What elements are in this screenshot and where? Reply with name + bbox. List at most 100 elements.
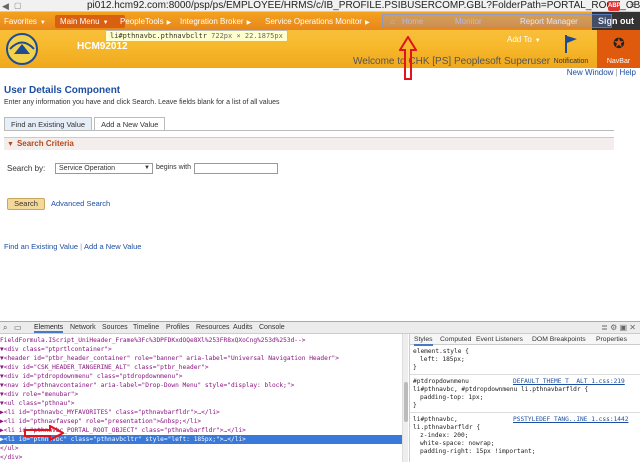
close-icon[interactable]: ✕	[629, 323, 636, 332]
chevron-right-icon: ▶	[364, 20, 370, 26]
rule2-white-space[interactable]: white-space: nowrap;	[420, 440, 495, 448]
element-style-left[interactable]: left: 185px;	[420, 356, 465, 364]
tab-properties[interactable]: Properties	[596, 336, 627, 344]
search-value-input[interactable]	[194, 163, 278, 174]
tab-network[interactable]: Network	[70, 324, 96, 331]
tab-find-existing-value[interactable]: Find an Existing Value	[4, 117, 93, 131]
search-tabs: Find an Existing Value Add a New Value	[4, 117, 166, 131]
rule2-selector: li#pthnavbc,	[413, 416, 458, 423]
tab-computed[interactable]: Computed	[440, 336, 471, 344]
dom-node[interactable]: ▼<nav id="pthnavcontainer" aria-label="D…	[0, 381, 294, 390]
tab-sources[interactable]: Sources	[102, 324, 128, 331]
navbar-button[interactable]: ✪ NavBar	[597, 30, 640, 68]
hcm-database-label: HCM92012	[77, 41, 128, 52]
dom-node[interactable]: </div>	[0, 453, 22, 462]
nav-main-menu[interactable]: Main Menu ▼	[55, 15, 125, 28]
elements-scrollbar[interactable]	[402, 334, 408, 462]
rule1-source-link[interactable]: DEFAULT_THEME_T__ALT_1.css:219	[513, 378, 625, 386]
url-field[interactable]: pi012.hcm92.com:8000/psp/ps/EMPLOYEE/HRM…	[87, 0, 640, 11]
browser-address-bar: ◀ ▢ pi012.hcm92.com:8000/psp/ps/EMPLOYEE…	[0, 0, 640, 12]
dom-node[interactable]: ▶<li id="pthnavbc_MYFAVORITES" class="pt…	[0, 408, 220, 417]
rule1-selector: #ptdropdownmenu	[413, 378, 469, 385]
bottom-links: Find an Existing Value | Add a New Value	[4, 242, 141, 251]
rule-close: }	[413, 402, 417, 409]
search-by-select[interactable]: Service Operation ▼	[55, 163, 153, 174]
browser-menu-icon[interactable]: ≡	[630, 0, 636, 11]
search-by-value: Service Operation	[59, 165, 116, 172]
tab-add-new-value[interactable]: Add a New Value	[94, 117, 166, 131]
red-arrow-right-annotation	[24, 425, 64, 441]
nav-service-operations-monitor[interactable]: Service Operations Monitor ▶	[265, 15, 370, 28]
company-logo	[2, 32, 42, 66]
rule2-z-index[interactable]: z-index: 200;	[420, 432, 468, 440]
styles-tabbar: Styles Computed Event Listeners DOM Brea…	[410, 334, 640, 346]
tab-console[interactable]: Console	[259, 324, 285, 331]
dom-node[interactable]: FieldFormula.IScript_UniHeader_Frame%3Fc…	[0, 336, 305, 345]
add-new-value-link[interactable]: Add a New Value	[84, 242, 141, 251]
collapse-triangle-icon: ▼	[7, 141, 14, 148]
help-link[interactable]: Help	[620, 68, 636, 77]
devtools-tabbar: ⌕ ▭ Elements Network Sources Timeline Pr…	[0, 322, 640, 334]
search-criteria-header[interactable]: ▼ Search Criteria	[4, 137, 614, 150]
tab-profiles[interactable]: Profiles	[166, 324, 189, 331]
notification-label: Notification	[553, 58, 589, 65]
rule1-padding-top[interactable]: padding-top: 1px;	[420, 394, 483, 402]
tab-event-listeners[interactable]: Event Listeners	[476, 336, 523, 344]
elements-tree[interactable]: FieldFormula.IScript_UniHeader_Frame%3Fc…	[0, 334, 408, 462]
separator: |	[80, 242, 83, 251]
dom-node[interactable]: ▼<div id="ptdropdownmenu" class="ptdropd…	[0, 372, 183, 381]
chevron-down-icon: ▼	[144, 165, 150, 171]
back-arrow-icon[interactable]: ◀	[2, 1, 9, 12]
tab-audits[interactable]: Audits	[233, 324, 252, 331]
find-existing-value-link[interactable]: Find an Existing Value	[4, 242, 78, 251]
devtools-panel: ⌕ ▭ Elements Network Sources Timeline Pr…	[0, 321, 640, 462]
rule2-padding-right[interactable]: padding-right: 15px !important;	[420, 448, 535, 456]
begins-with-label: begins with	[156, 164, 192, 171]
tab-styles[interactable]: Styles	[414, 336, 433, 346]
add-to-menu[interactable]: Add To ▼	[507, 35, 541, 44]
tooltip-selector: li#pthnavbc.pthnavbcltr	[110, 32, 207, 40]
tab-timeline[interactable]: Timeline	[133, 324, 159, 331]
dom-node[interactable]: ▼<div class="ptprtlcontainer">	[0, 345, 112, 354]
chevron-down-icon: ▼	[534, 38, 541, 44]
dom-node[interactable]: ▼<div role="menubar">	[0, 390, 78, 399]
advanced-search-link[interactable]: Advanced Search	[51, 199, 110, 208]
tooltip-size: 722px × 22.1875px	[211, 32, 283, 40]
inspect-icon[interactable]: ⌕	[3, 323, 7, 333]
tab-elements[interactable]: Elements	[34, 324, 64, 333]
new-window-link[interactable]: New Window	[567, 68, 614, 77]
console-icon[interactable]: ≣	[601, 323, 608, 332]
dom-node[interactable]: </ul>	[0, 444, 19, 453]
rule-separator	[410, 412, 640, 413]
nav-integration-broker[interactable]: Integration Broker ▶	[180, 15, 251, 28]
element-style-selector: element.style {	[413, 348, 469, 355]
settings-icon[interactable]: ⚙	[610, 323, 617, 332]
tab-dom-breakpoints[interactable]: DOM Breakpoints	[532, 336, 586, 344]
rule1-selector-line2: li#pthnavbc, #ptdropdownmenu li.pthnavba…	[413, 386, 589, 393]
search-button[interactable]: Search	[7, 198, 45, 210]
dom-node[interactable]: ▼<div id="CSK_HEADER_TANGERINE_ALT" clas…	[0, 363, 209, 372]
inspector-tooltip: li#pthnavbc.pthnavbcltr 722px × 22.1875p…	[105, 30, 288, 42]
nav-peopletools[interactable]: PeopleTools ▶	[120, 15, 171, 28]
rule2-source-link[interactable]: PSSTYLEDEF_TANG..INE_1.css:1442	[513, 416, 628, 424]
adblock-extension-icon[interactable]: ABP	[608, 1, 621, 11]
chevron-right-icon: ▶	[166, 20, 172, 26]
styles-pane: Styles Computed Event Listeners DOM Brea…	[409, 334, 640, 462]
compass-icon: ✪	[613, 35, 625, 51]
devtools-controls: ≣ ⚙ ▣ ✕	[601, 323, 636, 332]
dom-node[interactable]: ▼<header id="ptbr_header_container" role…	[0, 354, 339, 363]
red-arrow-up-annotation	[399, 36, 417, 80]
flag-icon	[565, 35, 577, 53]
tab-resources[interactable]: Resources	[196, 324, 229, 331]
scrollbar-thumb[interactable]	[404, 382, 408, 422]
notification-button[interactable]: Notification	[550, 30, 592, 68]
inspector-highlight	[382, 14, 612, 28]
rule2-selector-line2: li.pthnavbarfldr {	[413, 424, 481, 431]
instructions-text: Enter any information you have and click…	[4, 99, 280, 106]
nav-favorites[interactable]: Favorites ▼	[4, 15, 60, 28]
tab-divider	[4, 130, 614, 131]
device-icon[interactable]: ▭	[14, 323, 22, 332]
separator: |	[615, 68, 618, 77]
dock-icon[interactable]: ▣	[620, 323, 628, 332]
dom-node[interactable]: ▼<ul class="pthnau">	[0, 399, 75, 408]
